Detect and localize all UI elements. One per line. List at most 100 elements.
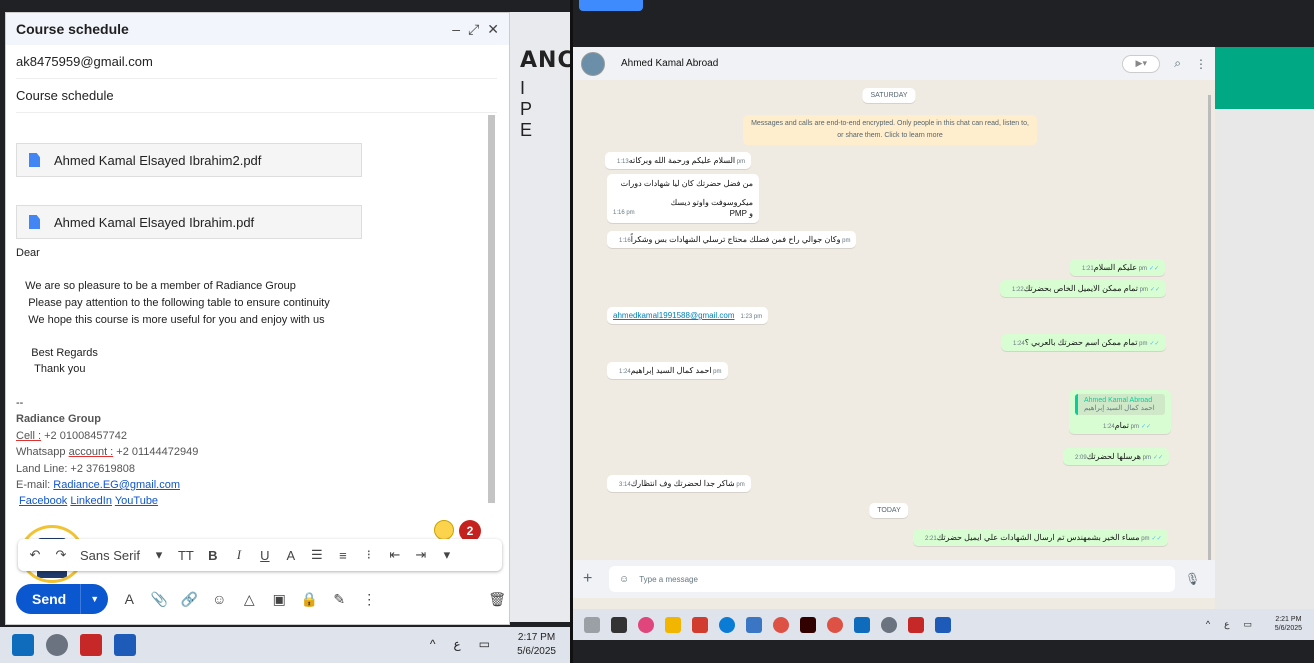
chevron-up-icon[interactable]: ^ (1206, 619, 1210, 630)
fullscreen-icon[interactable]: ⤢ (468, 21, 479, 38)
video-call-icon[interactable]: ▶▾ (1122, 54, 1161, 73)
chevron-up-icon[interactable]: ^ (430, 637, 436, 651)
quoted-message[interactable]: Ahmed Kamal Abroad احمد كمال السيد إبراه… (1075, 394, 1165, 415)
minimize-icon[interactable]: – (452, 21, 460, 38)
compose-body[interactable]: Ahmed Kamal Elsayed Ibrahim2.pdf Ahmed K… (16, 117, 486, 512)
language-indicator[interactable]: ع (453, 637, 460, 651)
more-options-icon[interactable]: ⋮ (360, 591, 378, 608)
word-icon[interactable] (935, 616, 951, 633)
message-input-bar: + ☺ Type a message 🎙 (573, 560, 1215, 598)
message-text: مساء الخير بشمهندس تم ارسال الشهادات علي… (936, 533, 1140, 542)
body-line: -- (16, 397, 24, 409)
read-ticks-icon: ✓✓ (1152, 455, 1164, 461)
user-avatar-icon[interactable] (584, 616, 600, 633)
top-active-tab[interactable] (579, 0, 643, 11)
linkedin-link[interactable]: LinkedIn (70, 495, 112, 507)
notepad-icon[interactable] (746, 616, 762, 633)
signature-icon[interactable]: ✎ (330, 591, 348, 608)
facebook-link[interactable]: Facebook (19, 495, 67, 507)
youtube-link[interactable]: YouTube (115, 495, 158, 507)
message-bubble[interactable]: السلام عليكم ورحمة الله وبركاته1:13 pm (605, 152, 752, 169)
discard-draft-icon[interactable]: 🗑 (488, 591, 506, 608)
message-bubble[interactable]: ahmedkamal1991588@gmail.com 1:23 pm (607, 307, 769, 324)
compose-scrollbar[interactable] (488, 115, 495, 503)
text-color-icon[interactable]: A (284, 548, 298, 563)
insert-emoji-icon[interactable]: ☺ (210, 591, 228, 607)
whatsapp-chat-window: Ahmed Kamal Abroad ▶▾ ⌕ ⋮ SATURDAY Messa… (573, 47, 1215, 609)
microphone-icon[interactable]: 🎙 (1185, 572, 1200, 586)
attach-plus-icon[interactable]: + (583, 570, 601, 588)
redo-icon[interactable]: ↷ (54, 547, 68, 563)
underline-icon[interactable]: U (258, 548, 272, 563)
font-family-select[interactable]: Sans Serif (80, 548, 140, 563)
security-shield-icon[interactable] (12, 634, 34, 656)
message-bubble[interactable]: احمد كمال السيد إبراهيم1:24 pm (607, 362, 728, 379)
file-explorer-icon[interactable] (665, 616, 681, 633)
indent-more-icon[interactable]: ⇥ (414, 547, 428, 563)
contact-avatar[interactable] (581, 51, 605, 76)
message-text: احمد كمال السيد إبراهيم (630, 366, 712, 375)
message-bubble[interactable]: شاكر جدا لحضرتك وف انتظارك3:14 pm (607, 475, 751, 492)
chat-scrollbar[interactable] (1208, 95, 1211, 560)
text-size-icon[interactable]: TT (178, 548, 194, 563)
snipping-tool-icon[interactable] (692, 616, 708, 633)
emoji-icon[interactable]: ☺ (619, 574, 629, 585)
message-email-link[interactable]: ahmedkamal1991588@gmail.com (613, 311, 735, 320)
chrome-profile-icon[interactable] (827, 616, 843, 633)
message-bubble[interactable]: من فضل حضرتك كان ليا شهادات دورات ميكروس… (607, 174, 759, 223)
pdf-reader-icon[interactable] (908, 616, 924, 633)
insert-link-icon[interactable]: 🔗 (180, 591, 198, 608)
message-bubble[interactable]: تمام ممكن الايميل الخاص بحضرتك1:22 pm ✓✓ (1000, 280, 1167, 297)
italic-icon[interactable]: I (232, 547, 246, 563)
attach-file-icon[interactable]: 📎 (150, 591, 168, 608)
align-icon[interactable]: ☰ (310, 547, 324, 563)
close-icon[interactable]: ✕ (487, 21, 499, 38)
language-indicator[interactable]: ع (1224, 619, 1229, 630)
word-icon[interactable] (114, 634, 136, 656)
attachment-chip[interactable]: Ahmed Kamal Elsayed Ibrahim.pdf (16, 205, 362, 239)
bold-icon[interactable]: B (206, 548, 220, 563)
undo-icon[interactable]: ↶ (28, 547, 42, 563)
chrome-icon[interactable] (773, 616, 789, 633)
formatting-options-icon[interactable]: A (120, 591, 138, 607)
security-shield-icon[interactable] (854, 616, 870, 633)
settings-gear-icon[interactable] (881, 616, 897, 633)
message-bubble[interactable]: تمام ممكن اسم حضرتك بالعربي ؟1:24 pm ✓✓ (1001, 334, 1166, 351)
message-bubble[interactable]: وكان جوالي راح فمن فضلك محتاج ترسلي الشه… (607, 231, 857, 248)
signature-whatsapp: Whatsapp account : +2 01144472949 (16, 446, 198, 458)
message-bubble[interactable]: Ahmed Kamal Abroad احمد كمال السيد إبراه… (1069, 390, 1171, 434)
network-icon[interactable]: ▭ (1243, 619, 1252, 630)
send-options-icon[interactable]: ▼ (80, 584, 108, 614)
message-bubble[interactable]: هرسلها لحضرتك2:09 pm ✓✓ (1063, 448, 1170, 465)
confidential-mode-icon[interactable]: 🔒 (300, 591, 318, 608)
emoji-face-icon[interactable] (434, 520, 454, 540)
right-clock[interactable]: 2:21 PM 5/6/2025 (1275, 615, 1302, 633)
illustrator-icon[interactable] (800, 616, 816, 633)
message-bubble[interactable]: عليكم السلام1:21 pm ✓✓ (1070, 259, 1166, 276)
menu-icon[interactable]: ⋮ (1195, 57, 1207, 71)
encryption-notice[interactable]: Messages and calls are end-to-end encryp… (743, 115, 1037, 145)
copilot-icon[interactable] (638, 616, 654, 633)
send-button[interactable]: Send ▼ (16, 584, 109, 614)
subject-field[interactable]: Course schedule (16, 79, 497, 113)
network-icon[interactable]: ▭ (479, 637, 490, 651)
bulleted-list-icon[interactable]: ⁝ (362, 547, 376, 563)
task-view-icon[interactable] (611, 616, 627, 633)
to-field[interactable]: ak8475959@gmail.com (16, 45, 497, 79)
email-link[interactable]: Radiance.EG@gmail.com (53, 479, 180, 491)
chevron-down-icon[interactable]: ▾ (152, 547, 166, 563)
left-clock[interactable]: 2:17 PM 5/6/2025 (517, 631, 556, 659)
google-drive-icon[interactable]: △ (240, 591, 258, 608)
contact-name[interactable]: Ahmed Kamal Abroad (621, 58, 718, 69)
search-icon[interactable]: ⌕ (1174, 56, 1181, 71)
pdf-reader-icon[interactable] (80, 634, 102, 656)
edge-icon[interactable] (719, 616, 735, 633)
indent-less-icon[interactable]: ⇤ (388, 547, 402, 563)
attachment-chip[interactable]: Ahmed Kamal Elsayed Ibrahim2.pdf (16, 143, 362, 177)
message-bubble[interactable]: مساء الخير بشمهندس تم ارسال الشهادات علي… (913, 529, 1168, 546)
settings-gear-icon[interactable] (46, 634, 68, 656)
numbered-list-icon[interactable]: ≡ (336, 548, 350, 563)
more-formatting-icon[interactable]: ▾ (440, 547, 454, 563)
insert-photo-icon[interactable]: ▣ (270, 591, 288, 608)
message-input[interactable]: ☺ Type a message (609, 566, 1175, 592)
